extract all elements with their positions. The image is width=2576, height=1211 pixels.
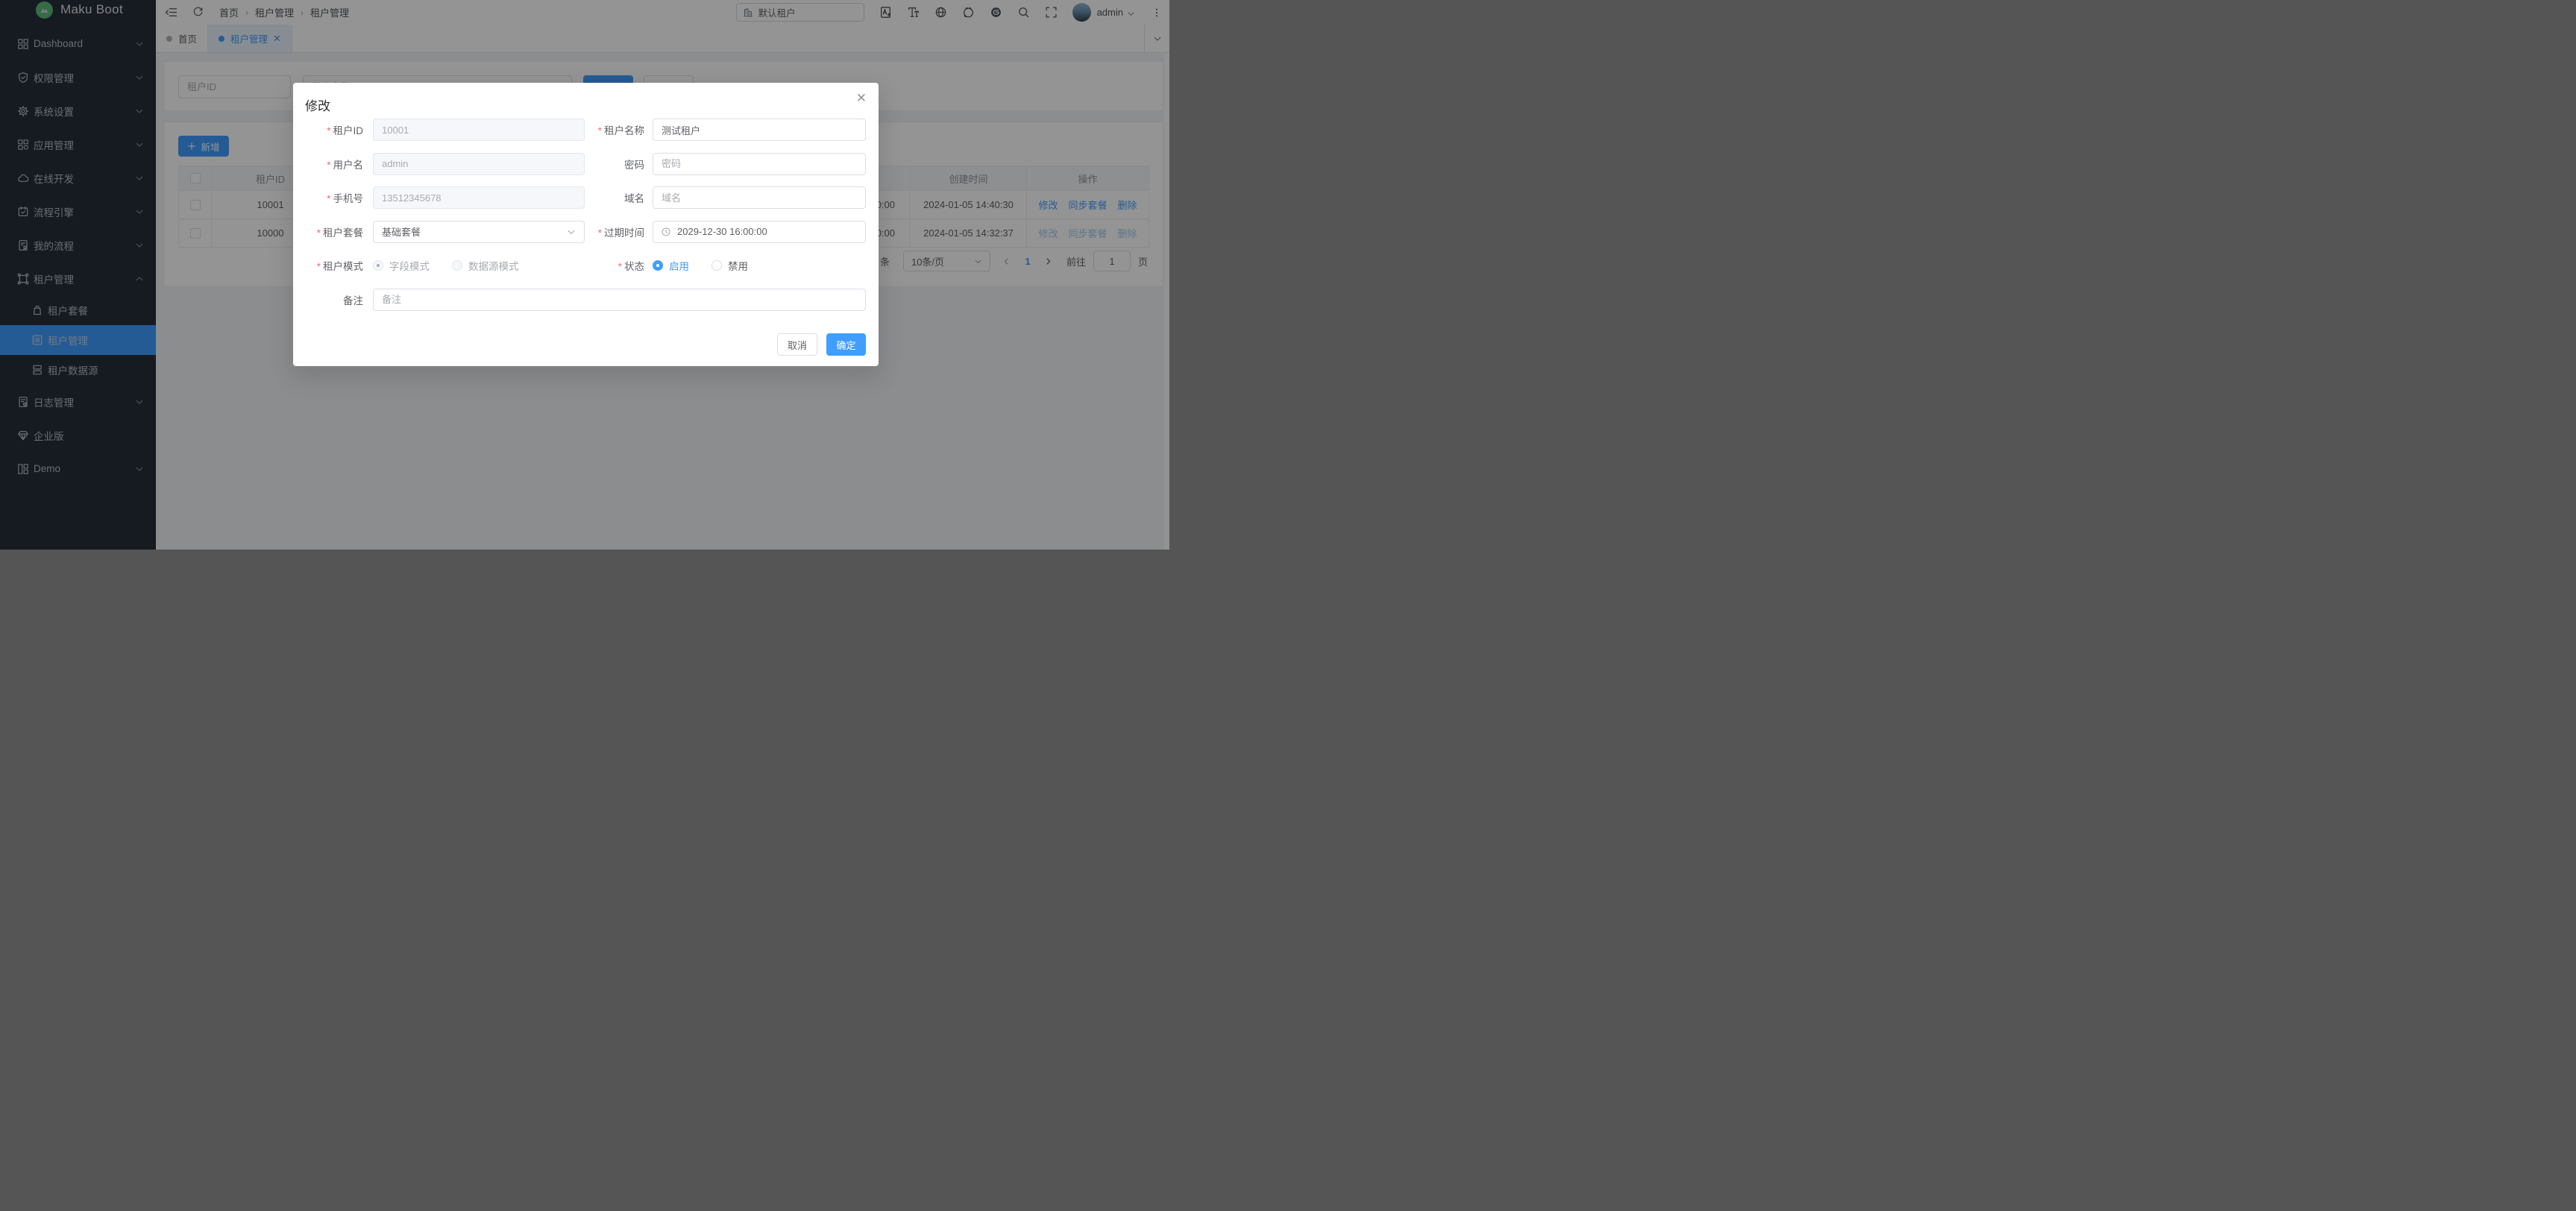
app-window: Maku Boot Dashboard 权限管理 系统设置 应用管理 在线开发 … xyxy=(0,0,1169,550)
password-input[interactable] xyxy=(653,153,866,175)
status-radio-禁用[interactable]: 禁用 xyxy=(711,258,748,273)
required-asterisk: * xyxy=(317,227,321,239)
clock-icon xyxy=(661,227,671,237)
dialog-form: *租户ID *租户名称 *用户名 密码 *手机号 域名 *租户套餐 xyxy=(305,119,867,322)
required-asterisk: * xyxy=(618,261,622,272)
field-label: 域名 xyxy=(585,190,644,205)
required-asterisk: * xyxy=(327,193,330,204)
field-label: *状态 xyxy=(585,258,644,273)
package-select-value: 基础套餐 xyxy=(382,224,567,239)
remark-input[interactable] xyxy=(373,289,866,311)
tenant-mode-radio-group: 字段模式 数据源模式 xyxy=(373,258,585,273)
field-label: *租户名称 xyxy=(585,122,644,137)
field-label: *租户模式 xyxy=(305,258,363,273)
field-label: 密码 xyxy=(585,157,644,172)
cancel-button[interactable]: 取消 xyxy=(777,333,817,356)
tenant-mode-radio-字段模式: 字段模式 xyxy=(373,258,430,273)
field-label: *过期时间 xyxy=(585,224,644,239)
radio-icon xyxy=(373,260,383,271)
close-icon[interactable]: ✕ xyxy=(856,92,867,104)
radio-label: 禁用 xyxy=(728,258,748,273)
tenant-name-input[interactable] xyxy=(653,119,866,141)
dialog-title: 修改 xyxy=(305,95,330,114)
field-label: *用户名 xyxy=(305,157,363,172)
confirm-button[interactable]: 确定 xyxy=(826,333,866,356)
status-radio-group: 启用 禁用 xyxy=(653,258,866,273)
field-label: *租户套餐 xyxy=(305,224,363,239)
chevron-down-icon xyxy=(567,227,576,236)
edit-dialog: 修改 ✕ *租户ID *租户名称 *用户名 密码 *手机号 域名 xyxy=(293,83,879,366)
field-label: *租户ID xyxy=(305,122,363,137)
username-input xyxy=(373,153,585,175)
domain-input[interactable] xyxy=(653,186,866,209)
required-asterisk: * xyxy=(327,160,330,171)
required-asterisk: * xyxy=(327,125,330,136)
radio-icon xyxy=(711,260,722,271)
radio-label: 数据源模式 xyxy=(468,258,519,273)
tenant-mode-radio-数据源模式: 数据源模式 xyxy=(452,258,519,273)
status-radio-启用[interactable]: 启用 xyxy=(653,258,689,273)
expire-time-picker[interactable]: 2029-12-30 16:00:00 xyxy=(653,221,866,243)
required-asterisk: * xyxy=(598,125,602,136)
required-asterisk: * xyxy=(317,261,321,272)
expire-time-value: 2029-12-30 16:00:00 xyxy=(677,226,767,237)
radio-icon xyxy=(653,260,663,271)
radio-label: 启用 xyxy=(669,258,689,273)
radio-label: 字段模式 xyxy=(389,258,430,273)
field-label: 备注 xyxy=(305,292,363,307)
field-label: *手机号 xyxy=(305,190,363,205)
required-asterisk: * xyxy=(598,227,602,239)
tenant-id-input xyxy=(373,119,585,141)
radio-icon xyxy=(452,260,462,271)
mobile-input xyxy=(373,186,585,209)
package-select[interactable]: 基础套餐 xyxy=(373,221,585,243)
